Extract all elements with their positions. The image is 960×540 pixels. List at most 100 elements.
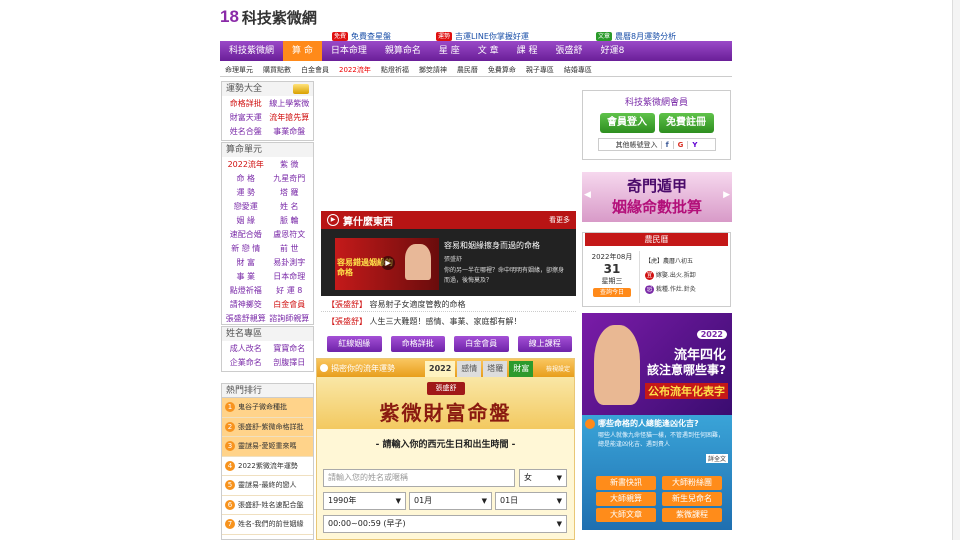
quiz-title[interactable]: 哪些命格的人總能逢凶化吉? (598, 418, 699, 429)
red-thread-button[interactable]: 紅線姻緣 (327, 336, 382, 352)
unit-link[interactable]: 事 業 (224, 270, 268, 284)
unit-link[interactable]: 姻 緣 (224, 214, 268, 228)
fortune-link[interactable]: 命格詳批 (224, 97, 268, 111)
login-button[interactable]: 會員登入 (599, 113, 655, 133)
platinum-member-button[interactable]: 白金會員 (454, 336, 509, 352)
unit-link[interactable]: 白金會員 (268, 298, 312, 312)
news-link-1[interactable]: 免費 免費查星盤 (332, 31, 391, 41)
subnav-item[interactable]: 白金會員 (296, 65, 334, 75)
name-input[interactable]: 請輸入您的姓名或暱稱 (323, 469, 515, 487)
fan-page-button[interactable]: 大師粉絲團 (662, 476, 722, 490)
read-more-link[interactable]: 詳全文 (705, 454, 728, 463)
news-link-2[interactable]: 運勢 吉運LINE你掌握好運 (436, 31, 529, 41)
nav-item-home[interactable]: 科技紫微網 (220, 41, 283, 61)
online-course-button[interactable]: 線上課程 (517, 336, 572, 352)
unit-link[interactable]: 前 世 (268, 242, 312, 256)
fortune-link[interactable]: 流年搶先算 (268, 111, 312, 125)
rank-item[interactable]: 4 2022紫微流年運勢 (222, 457, 313, 476)
page-scrollbar[interactable] (952, 0, 960, 540)
video-thumbnail[interactable]: 容易錯過姻緣的命格 ▶ (335, 238, 439, 290)
subnav-item[interactable]: 命理單元 (220, 65, 258, 75)
hour-select[interactable]: 00:00~00:59 (早子) ▼ (323, 515, 567, 533)
unit-link[interactable]: 日本命理 (268, 270, 312, 284)
yahoo-icon[interactable]: Y (687, 140, 701, 149)
rank-item[interactable]: 7 姓名-我們的前世姻緣 (222, 515, 313, 535)
arrow-right-icon[interactable]: ▶ (723, 190, 730, 200)
settings-link[interactable]: 檢視設定 (546, 364, 570, 373)
video-headline[interactable]: 容易和姻緣擦身而過的命格 (444, 240, 568, 251)
nav-item-luck8[interactable]: 好運8 (592, 41, 634, 61)
tab-2022[interactable]: 2022 (425, 361, 456, 377)
unit-link[interactable]: 運 勢 (224, 186, 268, 200)
rank-item[interactable]: 6 張盛舒-姓名速配合盤 (222, 496, 313, 515)
nav-item-courses[interactable]: 課 程 (508, 41, 547, 61)
register-button[interactable]: 免費註冊 (658, 113, 714, 133)
nav-item-articles[interactable]: 文 章 (469, 41, 508, 61)
unit-link[interactable]: 速配合婚 (224, 228, 268, 242)
subnav-item[interactable]: 農民曆 (452, 65, 483, 75)
unit-link[interactable]: 財 富 (224, 256, 268, 270)
gender-select[interactable]: 女 ▼ (519, 469, 567, 487)
tab-tarot[interactable]: 塔羅 (483, 361, 508, 377)
subnav-item[interactable]: 結婚專區 (559, 65, 597, 75)
rank-item[interactable]: 3 靈謎易-愛姬重來嗎 (222, 437, 313, 457)
rank-item[interactable]: 2 張盛舒-紫微命格詳批 (222, 417, 313, 437)
article-line[interactable]: 【張盛舒】 容易射子女適度管教的命格 (327, 299, 577, 310)
qimen-ad[interactable]: 奇門遁甲 姻緣命數批算 ◀ ▶ (582, 172, 732, 222)
baby-naming-button[interactable]: 新生兒命名 (662, 492, 722, 506)
tab-love[interactable]: 感情 (457, 361, 482, 377)
arrow-left-icon[interactable]: ◀ (584, 190, 591, 200)
unit-link[interactable]: 九星奇門 (268, 172, 312, 186)
unit-link[interactable]: 戀愛運 (224, 200, 268, 214)
subnav-item[interactable]: 購買點數 (258, 65, 296, 75)
new-book-button[interactable]: 新書快訊 (596, 476, 656, 490)
article-line[interactable]: 【張盛舒】 人生三大難題！感情、事業、家庭都有解！ (327, 316, 577, 327)
day-select[interactable]: 01日 ▼ (495, 492, 567, 510)
unit-link[interactable]: 脈 輪 (268, 214, 312, 228)
nav-item-naming[interactable]: 親算命名 (376, 41, 430, 61)
nav-item-fortune[interactable]: 算 命 (283, 41, 322, 61)
unit-link[interactable]: 塔 羅 (268, 186, 312, 200)
rank-item[interactable]: 5 靈謎易-最終的戀人 (222, 476, 313, 496)
master-articles-button[interactable]: 大師文章 (596, 508, 656, 522)
tab-wealth[interactable]: 財富 (509, 361, 534, 377)
unit-link[interactable]: 紫 微 (268, 158, 312, 172)
subnav-item[interactable]: 擲筊請神 (414, 65, 452, 75)
rank-item[interactable]: 1 鬼谷子微命種批 (222, 398, 313, 418)
nav-item-master[interactable]: 張盛舒 (547, 41, 592, 61)
unit-link[interactable]: 命 格 (224, 172, 268, 186)
unit-link[interactable]: 請神擲筊 (224, 298, 268, 312)
unit-link[interactable]: 張盛舒親算 (224, 312, 268, 326)
google-icon[interactable]: G (672, 140, 688, 149)
master-reading-button[interactable]: 大師親算 (596, 492, 656, 506)
ziwei-course-button[interactable]: 紫微課程 (662, 508, 722, 522)
name-link[interactable]: 成人改名 (224, 342, 268, 356)
subnav-item[interactable]: 親子專區 (521, 65, 559, 75)
video-more-link[interactable]: 看更多 (549, 215, 570, 225)
unit-link[interactable]: 諮詢師親算 (268, 312, 312, 326)
destiny-detail-button[interactable]: 命格詳批 (390, 336, 445, 352)
nav-item-japan[interactable]: 日本命理 (322, 41, 376, 61)
subnav-item[interactable]: 免費算命 (483, 65, 521, 75)
unit-link[interactable]: 易卦測字 (268, 256, 312, 270)
unit-link[interactable]: 2022流年 (224, 158, 268, 172)
year-select[interactable]: 1990年 ▼ (323, 492, 406, 510)
fortune-link[interactable]: 財富天運 (224, 111, 268, 125)
name-link[interactable]: 寶寶命名 (268, 342, 312, 356)
unit-link[interactable]: 點燈祈福 (224, 284, 268, 298)
name-link[interactable]: 剖腹擇日 (268, 356, 312, 370)
unit-link[interactable]: 新 戀 情 (224, 242, 268, 256)
calendar-today-button[interactable]: 查詢今日 (593, 288, 631, 297)
facebook-icon[interactable]: f (660, 140, 673, 149)
news-link-3[interactable]: 文章 農曆8月運勢分析 (596, 31, 676, 41)
site-logo[interactable]: 18 科技紫微網 (220, 6, 317, 28)
unit-link[interactable]: 姓 名 (268, 200, 312, 214)
subnav-item[interactable]: 2022流年 (334, 65, 376, 75)
subnav-item[interactable]: 點燈祈福 (376, 65, 414, 75)
fortune-link[interactable]: 姓名合盤 (224, 125, 268, 139)
fortune-link[interactable]: 線上學紫微 (268, 97, 312, 111)
unit-link[interactable]: 好 運 8 (268, 284, 312, 298)
unit-link[interactable]: 盧恩符文 (268, 228, 312, 242)
fortune-link[interactable]: 事業命盤 (268, 125, 312, 139)
month-select[interactable]: 01月 ▼ (409, 492, 492, 510)
